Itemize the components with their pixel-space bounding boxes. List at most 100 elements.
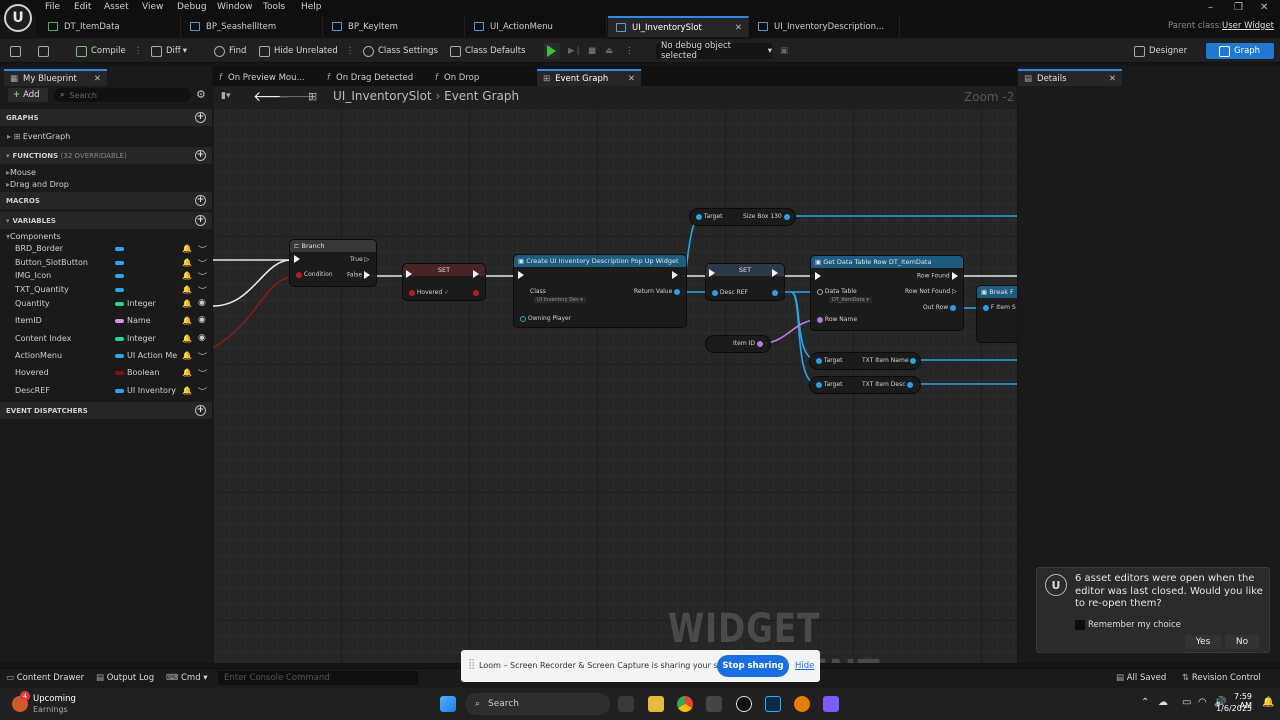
panel-close-icon[interactable]: ✕ bbox=[1109, 74, 1116, 84]
variable-type[interactable]: Integer bbox=[127, 299, 156, 308]
exec-in-pin[interactable] bbox=[294, 255, 300, 263]
hide-unrelated-button[interactable]: Hide Unrelated ⋮ bbox=[259, 43, 354, 59]
step-icon[interactable]: ▶❘ bbox=[568, 43, 582, 59]
function-category-mouse[interactable]: ▸Mouse bbox=[6, 168, 36, 177]
close-icon[interactable]: ✕ bbox=[1260, 2, 1268, 13]
tab-bp-seashellitem[interactable]: BP_SeashellItem bbox=[182, 16, 323, 37]
variable-type[interactable]: Integer bbox=[127, 334, 156, 343]
chrome-icon[interactable] bbox=[677, 696, 693, 712]
minimize-icon[interactable]: – bbox=[1208, 2, 1213, 13]
tray-cloud-icon[interactable]: ☁ bbox=[1158, 697, 1168, 708]
visibility-icon[interactable]: ︶ bbox=[198, 367, 207, 380]
exec-out-pin[interactable] bbox=[772, 269, 778, 277]
graphs-section-header[interactable]: GRAPHS + bbox=[0, 109, 212, 126]
variable-type[interactable]: UI Action Me bbox=[127, 351, 177, 360]
visibility-icon[interactable]: ︶ bbox=[198, 385, 207, 398]
class-pin[interactable]: Class bbox=[530, 288, 546, 295]
stop-sharing-button[interactable]: Stop sharing bbox=[717, 655, 789, 677]
unreal-logo-icon[interactable]: U bbox=[4, 4, 32, 32]
taskbar-search[interactable]: ⌕ Search bbox=[465, 693, 610, 715]
breadcrumb-root[interactable]: UI_InventorySlot bbox=[333, 89, 432, 103]
tab-dt-itemdata[interactable]: DT_ItemData bbox=[40, 16, 181, 37]
variable-row[interactable]: Quantity Integer 🔔 ◉ bbox=[0, 296, 212, 313]
debug-filter-icon[interactable]: ▣ bbox=[780, 43, 788, 59]
tab-event-graph[interactable]: ⊞ Event Graph ✕ bbox=[537, 69, 641, 86]
eye-icon[interactable]: ◉ bbox=[198, 315, 206, 325]
target-pin[interactable]: Target bbox=[816, 381, 842, 388]
menu-asset[interactable]: Asset bbox=[104, 2, 129, 12]
tab-close-icon[interactable]: ✕ bbox=[735, 23, 742, 33]
visibility-icon[interactable]: ︶ bbox=[198, 284, 207, 297]
class-value-select[interactable]: UI Inventory Des ▾ bbox=[534, 297, 586, 303]
replication-icon[interactable]: 🔔 bbox=[182, 334, 192, 343]
replication-icon[interactable]: 🔔 bbox=[182, 285, 192, 294]
item-id-pin[interactable]: Item ID bbox=[733, 340, 763, 347]
macros-section-header[interactable]: MACROS + bbox=[0, 192, 212, 209]
tab-bp-keyitem[interactable]: BP_KeyItem bbox=[324, 16, 465, 37]
target-pin[interactable]: Target bbox=[696, 213, 722, 220]
tray-chevron-icon[interactable]: ⌃ bbox=[1141, 697, 1149, 708]
compile-button[interactable]: Compile ⋮ bbox=[76, 43, 142, 59]
exec-in-pin[interactable] bbox=[406, 270, 412, 278]
tab-ui-inventoryslot[interactable]: UI_InventorySlot ✕ bbox=[608, 16, 749, 37]
exec-in-pin[interactable] bbox=[815, 272, 821, 280]
graph-button[interactable]: Graph bbox=[1206, 43, 1274, 59]
stop-icon[interactable]: ■ bbox=[588, 43, 596, 59]
menu-window[interactable]: Window bbox=[217, 2, 253, 12]
eye-icon[interactable]: ◉ bbox=[198, 298, 206, 308]
designer-button[interactable]: Designer bbox=[1134, 43, 1187, 59]
hide-link[interactable]: Hide bbox=[795, 661, 814, 671]
remember-choice-checkbox[interactable]: Remember my choice bbox=[1075, 620, 1181, 630]
eye-icon[interactable]: ◉ bbox=[198, 333, 206, 343]
more-icon[interactable]: ⋮ bbox=[625, 43, 634, 59]
variable-type[interactable]: Boolean bbox=[127, 368, 159, 377]
set-hovered-node[interactable]: SET Hovered ✓ bbox=[403, 264, 485, 300]
add-macro-icon[interactable]: + bbox=[195, 195, 206, 206]
event-dispatchers-section-header[interactable]: EVENT DISPATCHERS + bbox=[0, 402, 212, 419]
replication-icon[interactable]: 🔔 bbox=[182, 244, 192, 253]
replication-icon[interactable]: 🔔 bbox=[182, 299, 192, 308]
row-not-found-pin[interactable]: Row Not Found ▷ bbox=[905, 288, 957, 295]
photoshop-icon[interactable] bbox=[765, 696, 781, 712]
txt-item-name-pin[interactable]: TXT Item Name bbox=[862, 357, 917, 364]
class-defaults-button[interactable]: Class Defaults bbox=[450, 43, 526, 59]
functions-section-header[interactable]: ▾ FUNCTIONS (32 OVERRIDABLE) + bbox=[0, 147, 212, 164]
output-log-button[interactable]: ▤ Output Log bbox=[96, 673, 154, 683]
item-id-getter-node[interactable]: Item ID bbox=[706, 336, 770, 352]
debug-object-select[interactable]: No debug object selected ▾ bbox=[656, 41, 772, 61]
variable-row[interactable]: ItemID Name 🔔 ◉ bbox=[0, 313, 212, 330]
menu-view[interactable]: View bbox=[142, 2, 163, 12]
row-name-pin[interactable]: Row Name bbox=[817, 316, 857, 323]
drag-handle-icon[interactable]: ⣿ bbox=[468, 659, 475, 670]
browse-icon[interactable] bbox=[38, 43, 49, 59]
clock-date[interactable]: 1/6/2025 bbox=[1212, 704, 1252, 713]
exec-in-pin[interactable] bbox=[518, 271, 524, 279]
loom-icon[interactable] bbox=[823, 696, 839, 712]
restore-icon[interactable]: ❐ bbox=[1234, 2, 1243, 13]
my-blueprint-tab[interactable]: ▦ My Blueprint ✕ bbox=[4, 69, 107, 86]
tab-close-icon[interactable]: ✕ bbox=[628, 74, 635, 84]
size-box-getter-node[interactable]: Target Size Box 130 bbox=[690, 209, 795, 225]
menu-file[interactable]: File bbox=[45, 2, 60, 12]
owning-player-pin[interactable]: Owning Player bbox=[520, 315, 571, 322]
create-widget-node[interactable]: ▣ Create UI Inventory Description Pop Up… bbox=[514, 255, 686, 327]
exec-out-pin[interactable] bbox=[473, 270, 479, 278]
hovered-pin[interactable]: Hovered ✓ bbox=[409, 289, 449, 296]
add-button[interactable]: + Add bbox=[8, 88, 48, 102]
terminal-icon[interactable] bbox=[706, 696, 722, 712]
settings-gear-icon[interactable]: ⚙ bbox=[196, 88, 206, 101]
blender-icon[interactable] bbox=[794, 696, 810, 712]
desc-ref-pin[interactable]: Desc REF bbox=[712, 289, 748, 296]
tab-on-drop[interactable]: f On Drop bbox=[429, 69, 532, 86]
panel-close-icon[interactable]: ✕ bbox=[94, 74, 101, 84]
revision-control-button[interactable]: ⇅ Revision Control bbox=[1182, 673, 1261, 683]
branch-true-pin[interactable]: True ▷ bbox=[350, 256, 369, 263]
row-found-pin[interactable]: Row Found bbox=[917, 272, 958, 280]
replication-icon[interactable]: 🔔 bbox=[182, 271, 192, 280]
set-desc-ref-node[interactable]: SET Desc REF bbox=[706, 264, 784, 300]
menu-edit[interactable]: Edit bbox=[74, 2, 91, 12]
variable-type[interactable]: UI Inventory bbox=[127, 386, 176, 395]
diff-button[interactable]: Diff ▾ bbox=[151, 43, 187, 59]
all-saved-status[interactable]: ▤ All Saved bbox=[1116, 673, 1166, 683]
event-graph-item[interactable]: ▸ ⊞ EventGraph bbox=[7, 132, 70, 141]
